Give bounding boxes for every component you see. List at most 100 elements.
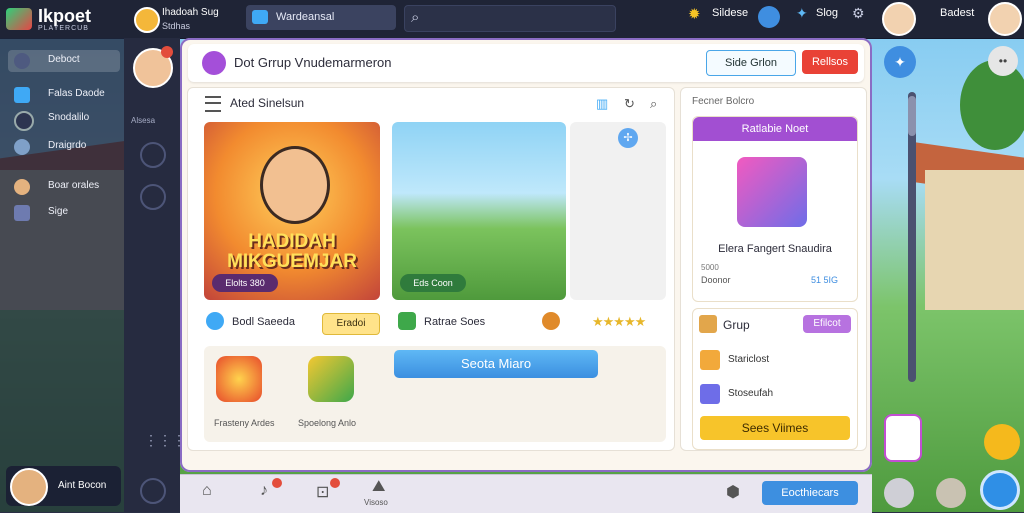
- offer-header: Ratlabie Noet: [693, 117, 857, 141]
- palm-tree: [960, 60, 1024, 150]
- user-avatar: [134, 7, 160, 33]
- sidebar-footer[interactable]: Aint Bocon: [6, 466, 121, 506]
- folder-icon: [14, 87, 30, 103]
- bottom-action-button[interactable]: Eocthiecars: [762, 481, 858, 505]
- refresh-icon[interactable]: ↻: [624, 96, 635, 112]
- group-icon: [202, 51, 226, 75]
- more-icon[interactable]: ••: [988, 46, 1018, 76]
- circle-icon: [14, 111, 34, 131]
- group-button[interactable]: Efilcot: [803, 315, 851, 333]
- card-pill: Elolts 380: [212, 274, 278, 292]
- mountain-icon[interactable]: ⛰: [372, 478, 385, 496]
- user-name: Ihadoah Sug: [162, 7, 219, 18]
- top-right-label[interactable]: Badest: [940, 7, 974, 19]
- group-item-label: Stoseufah: [728, 388, 774, 399]
- profile-avatar[interactable]: [988, 2, 1022, 36]
- sidebar-item-1[interactable]: Falas Daode: [8, 84, 120, 106]
- side-button[interactable]: Side Grlon: [706, 50, 796, 76]
- gift-icon[interactable]: [884, 414, 922, 462]
- chat-bubble-icon[interactable]: [980, 470, 1020, 510]
- puzzle-icon[interactable]: ⚙: [852, 5, 865, 22]
- offer-meta: 5000: [701, 263, 719, 272]
- top-user[interactable]: Ihadoah Sug Stdhas: [134, 4, 238, 34]
- home-icon[interactable]: ⌂: [202, 482, 212, 500]
- sidebar-item-4[interactable]: Boar orales: [8, 176, 120, 198]
- sub-label-1: Frasteny Ardes: [214, 418, 275, 428]
- row-label-2: Ratrae Soes: [424, 316, 486, 328]
- offer-card[interactable]: Ratlabie Noet Elera Fangert Snaudira 500…: [692, 116, 858, 302]
- spinner-icon[interactable]: [216, 356, 262, 402]
- game-card-2[interactable]: Eds Coon: [392, 122, 566, 300]
- chart-icon: [14, 205, 30, 221]
- box-icon: [700, 384, 720, 404]
- avatar-icon: [14, 53, 30, 69]
- house-right: [925, 170, 1024, 310]
- search-input[interactable]: ⌕: [404, 5, 616, 32]
- logo-title: Ikpoet: [38, 6, 92, 26]
- sidebar-item-2[interactable]: Snodalilo: [8, 108, 120, 131]
- settings-icon[interactable]: [140, 142, 166, 168]
- rail-label: Alsesa: [131, 116, 156, 125]
- character-face: [260, 146, 330, 224]
- top-avatar[interactable]: [882, 2, 916, 36]
- notification-badge: [161, 46, 173, 58]
- bell-icon[interactable]: ♪: [260, 482, 268, 500]
- user-status: Stdhas: [162, 21, 191, 31]
- top-item-2[interactable]: Slog: [816, 7, 838, 19]
- scrollbar[interactable]: [908, 92, 916, 382]
- tab-label: Wardeansal: [276, 11, 335, 23]
- top-item-1[interactable]: Sildese: [712, 7, 748, 19]
- logo-mark-icon: [6, 8, 32, 30]
- bottom-label: Visoso: [364, 498, 388, 507]
- game-card-3[interactable]: ✢: [570, 122, 666, 300]
- notification-badge: [330, 478, 340, 488]
- card-title: HADIDAH MIKGUEMJAR: [227, 231, 357, 272]
- right-title: Fecner Bolcro: [692, 96, 755, 107]
- chip-button[interactable]: Eradoi: [322, 313, 380, 335]
- globe-icon: [14, 139, 30, 155]
- tab-icon: [252, 10, 268, 24]
- game-card-1[interactable]: HADIDAH MIKGUEMJAR Elolts 380: [204, 122, 380, 300]
- shield-icon[interactable]: ⬢: [726, 482, 740, 502]
- bag-icon[interactable]: ⊡: [316, 482, 329, 502]
- moon-icon[interactable]: [140, 478, 166, 504]
- shield-icon: [542, 312, 560, 330]
- card-pill: Eds Coon: [400, 274, 466, 292]
- release-button[interactable]: Rellsos: [802, 50, 858, 74]
- menu-icon[interactable]: [205, 96, 221, 112]
- see-more-button[interactable]: Sees Viimes: [700, 416, 850, 440]
- group-card-icon: [699, 315, 717, 333]
- search-icon[interactable]: ⌕: [650, 96, 657, 112]
- emoji-icon[interactable]: [936, 478, 966, 508]
- group-item[interactable]: Stariclost: [698, 346, 850, 374]
- window-title: Dot Grrup Vnudemarmeron: [234, 55, 392, 70]
- sidebar-item-label: Sige: [48, 206, 69, 217]
- search-more-button[interactable]: Seota Miaro: [394, 350, 598, 378]
- sidebar-item-0[interactable]: Deboct: [8, 50, 120, 72]
- share-icon[interactable]: ✦: [884, 46, 916, 78]
- offer-price: Doonor: [701, 275, 731, 285]
- logo-subtitle: PLAYERCUB: [38, 25, 89, 32]
- app-logo[interactable]: Ikpoet PLAYERCUB: [6, 4, 124, 34]
- person-icon: [14, 179, 30, 195]
- box-icon: [700, 350, 720, 370]
- sidebar-item-3[interactable]: Draigrdo: [8, 136, 120, 158]
- bookmark-icon[interactable]: ▥: [596, 96, 608, 112]
- globe-icon[interactable]: [758, 6, 780, 28]
- rating-stars: ★★★★★: [592, 314, 646, 329]
- chat-icon[interactable]: [140, 184, 166, 210]
- block-icon: [398, 312, 416, 330]
- sub-label-2: Spoelong Anlo: [298, 418, 357, 428]
- scrollbar-thumb[interactable]: [908, 96, 916, 136]
- footer-label: Aint Bocon: [58, 480, 107, 491]
- top-tab[interactable]: Wardeansal: [246, 5, 396, 30]
- group-item[interactable]: Stoseufah: [698, 380, 850, 408]
- puzzle-block-icon[interactable]: [308, 356, 354, 402]
- bag-icon[interactable]: [984, 424, 1020, 460]
- group-label: Grup: [723, 318, 750, 332]
- sidebar-item-5[interactable]: Sige: [8, 202, 120, 224]
- sidebar-item-label: Boar orales: [48, 180, 100, 191]
- bird-icon: ✦: [796, 5, 808, 21]
- face-icon[interactable]: [884, 478, 914, 508]
- sidebar-item-label: Draigrdo: [48, 140, 87, 151]
